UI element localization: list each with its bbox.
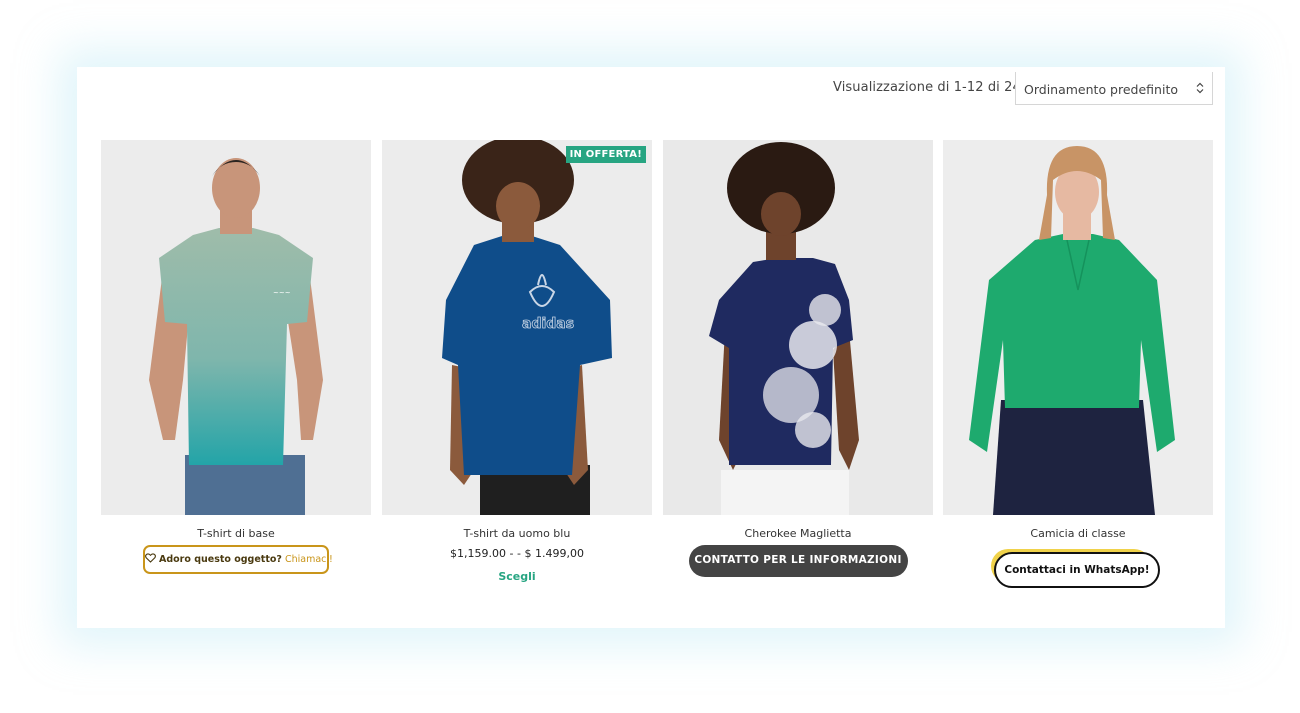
love-question: Adoro questo oggetto? bbox=[159, 554, 282, 565]
svg-text:~~~: ~~~ bbox=[273, 289, 291, 297]
product-title[interactable]: T-shirt di base bbox=[101, 527, 371, 540]
sale-badge: IN OFFERTA! bbox=[565, 146, 646, 163]
product-card: ~~~ T-shirt di base Adoro questo oggetto… bbox=[101, 140, 371, 574]
love-call-button[interactable]: Adoro questo oggetto? Chiamaci! bbox=[143, 545, 333, 574]
whatsapp-button-wrap: Contattaci in WhatsApp! bbox=[991, 549, 1162, 590]
product-image[interactable]: ~~~ bbox=[101, 140, 371, 515]
product-title[interactable]: T-shirt da uomo blu bbox=[382, 527, 652, 540]
model-tshirt-blue-trefoil-icon: adidas bbox=[382, 140, 652, 515]
choose-options-link[interactable]: Scegli bbox=[382, 570, 652, 583]
sort-select[interactable]: Ordinamento predefinito bbox=[1015, 72, 1213, 105]
heart-icon bbox=[145, 553, 156, 563]
product-image[interactable] bbox=[663, 140, 933, 515]
call-us-link: Chiamaci! bbox=[284, 554, 333, 565]
product-image[interactable]: adidas IN OFFERTA! bbox=[382, 140, 652, 515]
model-blouse-green-icon bbox=[943, 140, 1213, 515]
whatsapp-contact-button[interactable]: Contattaci in WhatsApp! bbox=[994, 552, 1160, 588]
model-tshirt-sage-gradient-icon: ~~~ bbox=[101, 140, 371, 515]
svg-text:adidas: adidas bbox=[522, 316, 574, 332]
product-title[interactable]: Camicia di classe bbox=[943, 527, 1213, 540]
product-image[interactable] bbox=[943, 140, 1213, 515]
select-arrows-icon bbox=[1196, 82, 1204, 94]
product-card: Cherokee Maglietta CONTATTO PER LE INFOR… bbox=[663, 140, 933, 577]
model-top-navy-floral-icon bbox=[663, 140, 933, 515]
result-count: Visualizzazione di 1-12 di 24 bbox=[833, 80, 1021, 95]
product-title[interactable]: Cherokee Maglietta bbox=[663, 527, 933, 540]
product-card: adidas IN OFFERTA! T-shirt da uomo blu $… bbox=[382, 140, 652, 583]
sort-select-value: Ordinamento predefinito bbox=[1024, 82, 1178, 97]
product-price: $1,159.00 - - $ 1.499,00 bbox=[450, 547, 584, 560]
product-card: Camicia di classe Contattaci in WhatsApp… bbox=[943, 140, 1213, 590]
contact-info-button[interactable]: CONTATTO PER LE INFORMAZIONI bbox=[688, 545, 908, 577]
